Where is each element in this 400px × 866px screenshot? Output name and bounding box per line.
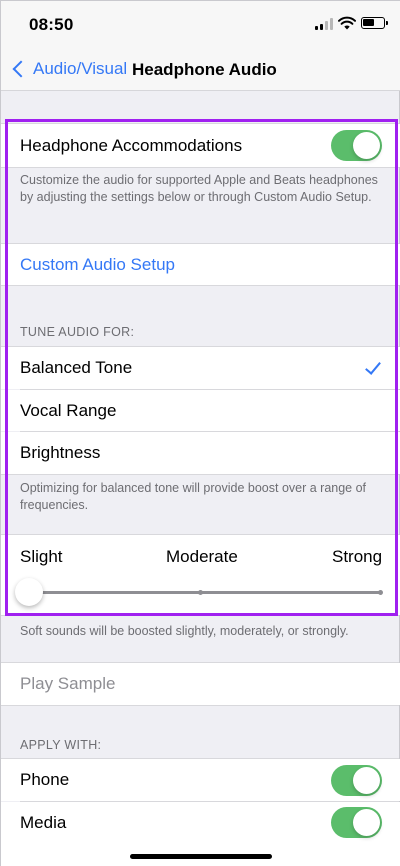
wifi-icon bbox=[338, 16, 356, 30]
navigation-bar: Audio/Visual Headphone Audio bbox=[1, 47, 400, 91]
status-bar: 08:50 bbox=[1, 1, 400, 47]
apply-with-header: APPLY WITH: bbox=[20, 738, 102, 752]
back-button[interactable]: Audio/Visual bbox=[11, 57, 127, 81]
back-label: Audio/Visual bbox=[33, 59, 128, 78]
accommodations-description: Customize the audio for supported Apple … bbox=[20, 173, 378, 204]
tune-description: Optimizing for balanced tone will provid… bbox=[20, 481, 367, 512]
tune-option-label: Brightness bbox=[20, 443, 101, 462]
apply-phone-label: Phone bbox=[20, 770, 70, 789]
divider bbox=[1, 615, 399, 616]
boost-slider-tick bbox=[198, 590, 203, 595]
divider bbox=[1, 474, 399, 475]
custom-audio-setup-link[interactable]: Custom Audio Setup bbox=[1, 244, 400, 285]
battery-icon bbox=[361, 17, 388, 29]
apply-phone-row: Phone bbox=[1, 759, 400, 801]
tune-option-label: Vocal Range bbox=[20, 400, 117, 420]
boost-label-strong: Strong bbox=[332, 547, 383, 566]
boost-description: Soft sounds will be boosted slightly, mo… bbox=[20, 624, 349, 638]
divider bbox=[1, 285, 399, 286]
headphone-accommodations-row: Headphone Accommodations bbox=[1, 124, 400, 167]
tune-option-brightness[interactable]: Brightness bbox=[1, 432, 400, 474]
checkmark-icon bbox=[365, 358, 381, 375]
boost-slider-labels: Slight Moderate Strong bbox=[1, 547, 400, 569]
boost-slider-track[interactable] bbox=[29, 591, 381, 594]
boost-slider-thumb[interactable] bbox=[15, 578, 43, 606]
status-time: 08:50 bbox=[29, 15, 74, 34]
page-title: Headphone Audio bbox=[132, 60, 277, 79]
boost-label-slight: Slight bbox=[20, 547, 63, 566]
headphone-accommodations-label: Headphone Accommodations bbox=[20, 135, 243, 155]
divider bbox=[1, 705, 399, 706]
tune-audio-header: TUNE AUDIO FOR: bbox=[20, 325, 135, 339]
boost-label-moderate: Moderate bbox=[166, 547, 238, 566]
boost-slider-tick bbox=[378, 590, 383, 595]
chevron-left-icon bbox=[12, 60, 30, 78]
tune-option-balanced-tone[interactable]: Balanced Tone bbox=[1, 347, 400, 389]
apply-phone-toggle[interactable] bbox=[331, 765, 382, 796]
home-indicator[interactable] bbox=[130, 854, 272, 859]
play-sample-button[interactable]: Play Sample bbox=[1, 663, 400, 705]
play-sample-label: Play Sample bbox=[20, 674, 116, 693]
tune-option-vocal-range[interactable]: Vocal Range bbox=[1, 390, 400, 431]
apply-media-toggle[interactable] bbox=[331, 807, 382, 838]
cellular-signal-icon bbox=[315, 18, 333, 30]
apply-media-row: Media bbox=[1, 802, 400, 844]
divider bbox=[1, 167, 399, 168]
screen-frame: 08:50 Audio/Visual Headphone Audio Headp… bbox=[0, 0, 400, 866]
headphone-accommodations-toggle[interactable] bbox=[331, 130, 382, 161]
custom-audio-setup-label: Custom Audio Setup bbox=[20, 254, 175, 274]
tune-option-label: Balanced Tone bbox=[20, 358, 133, 377]
apply-media-label: Media bbox=[20, 813, 67, 832]
